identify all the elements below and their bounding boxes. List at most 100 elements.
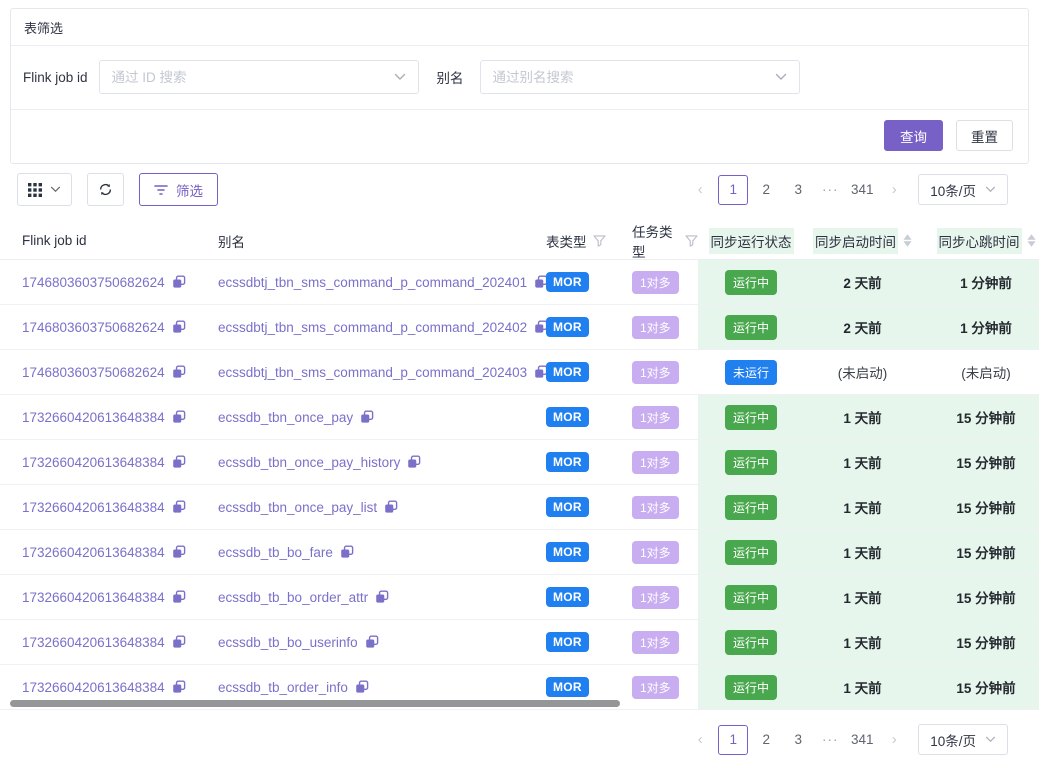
table-row: 1732660420613648384 ecssdb_tbn_once_pay … <box>0 395 1039 440</box>
col-alias: 别名 <box>218 231 245 251</box>
flink-job-id-link[interactable]: 1732660420613648384 <box>22 635 165 650</box>
alias-select[interactable] <box>480 60 800 94</box>
filter-button[interactable]: 筛选 <box>139 173 218 206</box>
copy-icon[interactable] <box>384 500 398 514</box>
flink-job-id-link[interactable]: 1732660420613648384 <box>22 680 165 695</box>
table-type-badge: MOR <box>546 452 589 472</box>
pager-page-3[interactable]: 3 <box>784 726 812 754</box>
copy-icon[interactable] <box>172 500 186 514</box>
task-type-badge: 1对多 <box>632 316 679 339</box>
sync-status-badge: 运行中 <box>725 675 777 700</box>
sync-status-badge: 运行中 <box>725 630 777 655</box>
table-row: 1746803603750682624 ecssdbtj_tbn_sms_com… <box>0 260 1039 305</box>
alias-link[interactable]: ecssdb_tbn_once_pay <box>218 410 353 425</box>
flink-job-id-link[interactable]: 1746803603750682624 <box>22 365 165 380</box>
pager-next-button[interactable]: › <box>880 176 908 204</box>
table-type-badge: MOR <box>546 677 589 697</box>
alias-link[interactable]: ecssdb_tb_bo_fare <box>218 545 333 560</box>
filter-lines-icon <box>154 184 168 196</box>
pager-prev-button[interactable]: ‹ <box>686 176 714 204</box>
pager-page-2[interactable]: 2 <box>752 176 780 204</box>
flink-job-id-input[interactable] <box>112 70 394 85</box>
pager-prev-button[interactable]: ‹ <box>686 726 714 754</box>
table-type-badge: MOR <box>546 632 589 652</box>
pager-ellipsis[interactable]: ··· <box>816 726 844 754</box>
column-settings-button[interactable] <box>17 173 72 206</box>
horizontal-scrollbar-thumb[interactable] <box>10 700 620 707</box>
funnel-filter-icon[interactable] <box>685 235 698 247</box>
copy-icon[interactable] <box>172 365 186 379</box>
flink-job-id-link[interactable]: 1732660420613648384 <box>22 410 165 425</box>
start-time-value: 2 天前 <box>843 317 881 337</box>
table-type-badge: MOR <box>546 587 589 607</box>
copy-icon[interactable] <box>407 455 421 469</box>
start-time-value: 1 天前 <box>843 407 881 427</box>
task-type-badge: 1对多 <box>632 271 679 294</box>
heartbeat-time-value: 15 分钟前 <box>956 407 1015 427</box>
heartbeat-time-value: 1 分钟前 <box>960 272 1012 292</box>
table-type-badge: MOR <box>546 317 589 337</box>
copy-icon[interactable] <box>172 545 186 559</box>
flink-job-id-link[interactable]: 1732660420613648384 <box>22 545 165 560</box>
heartbeat-time-value: 15 分钟前 <box>956 497 1015 517</box>
copy-icon[interactable] <box>360 410 374 424</box>
pager-page-3[interactable]: 3 <box>784 176 812 204</box>
page-size-select[interactable]: 10条/页 <box>918 174 1008 205</box>
flink-job-id-select[interactable] <box>99 60 419 94</box>
start-time-value: 1 天前 <box>843 587 881 607</box>
col-table-type: 表类型 <box>546 231 587 251</box>
alias-link[interactable]: ecssdb_tb_bo_userinfo <box>218 635 358 650</box>
pager-page-2[interactable]: 2 <box>752 726 780 754</box>
pager-ellipsis[interactable]: ··· <box>816 176 844 204</box>
flink-job-id-link[interactable]: 1746803603750682624 <box>22 275 165 290</box>
reset-button[interactable]: 重置 <box>956 120 1013 151</box>
copy-icon[interactable] <box>172 590 186 604</box>
copy-icon[interactable] <box>365 635 379 649</box>
funnel-filter-icon[interactable] <box>593 235 606 247</box>
alias-link[interactable]: ecssdb_tbn_once_pay_list <box>218 500 377 515</box>
table-row: 1732660420613648384 ecssdb_tb_bo_fare MO… <box>0 530 1039 575</box>
copy-icon[interactable] <box>172 635 186 649</box>
copy-icon[interactable] <box>340 545 354 559</box>
alias-input[interactable] <box>493 70 775 85</box>
flink-job-id-label: Flink job id <box>23 70 88 85</box>
sync-status-badge: 未运行 <box>725 360 777 385</box>
heartbeat-time-value: 15 分钟前 <box>956 452 1015 472</box>
task-type-badge: 1对多 <box>632 406 679 429</box>
task-type-badge: 1对多 <box>632 496 679 519</box>
copy-icon[interactable] <box>172 410 186 424</box>
flink-job-id-link[interactable]: 1732660420613648384 <box>22 500 165 515</box>
alias-link[interactable]: ecssdbtj_tbn_sms_command_p_command_20240… <box>218 365 527 380</box>
refresh-button[interactable] <box>87 173 124 206</box>
alias-link[interactable]: ecssdbtj_tbn_sms_command_p_command_20240… <box>218 275 527 290</box>
sort-icon[interactable] <box>903 234 912 247</box>
flink-job-id-link[interactable]: 1746803603750682624 <box>22 320 165 335</box>
sort-icon[interactable] <box>1027 234 1036 247</box>
alias-link[interactable]: ecssdbtj_tbn_sms_command_p_command_20240… <box>218 320 527 335</box>
copy-icon[interactable] <box>355 680 369 694</box>
copy-icon[interactable] <box>375 590 389 604</box>
pager-next-button[interactable]: › <box>880 726 908 754</box>
pager-page-last[interactable]: 341 <box>848 176 876 204</box>
task-type-badge: 1对多 <box>632 451 679 474</box>
pager-page-last[interactable]: 341 <box>848 726 876 754</box>
copy-icon[interactable] <box>172 455 186 469</box>
chevron-down-icon <box>985 186 996 193</box>
copy-icon[interactable] <box>172 680 186 694</box>
filter-button-label: 筛选 <box>176 180 203 200</box>
alias-link[interactable]: ecssdb_tbn_once_pay_history <box>218 455 400 470</box>
copy-icon[interactable] <box>172 275 186 289</box>
flink-job-id-link[interactable]: 1732660420613648384 <box>22 455 165 470</box>
alias-link[interactable]: ecssdb_tb_order_info <box>218 680 348 695</box>
sync-status-badge: 运行中 <box>725 450 777 475</box>
flink-job-id-link[interactable]: 1732660420613648384 <box>22 590 165 605</box>
alias-link[interactable]: ecssdb_tb_bo_order_attr <box>218 590 368 605</box>
table-type-badge: MOR <box>546 542 589 562</box>
query-button[interactable]: 查询 <box>884 120 943 151</box>
copy-icon[interactable] <box>172 320 186 334</box>
page-size-select[interactable]: 10条/页 <box>918 724 1008 755</box>
sync-status-badge: 运行中 <box>725 495 777 520</box>
pager-page-1[interactable]: 1 <box>718 175 748 205</box>
pager-page-1[interactable]: 1 <box>718 725 748 755</box>
heartbeat-time-value: 15 分钟前 <box>956 542 1015 562</box>
